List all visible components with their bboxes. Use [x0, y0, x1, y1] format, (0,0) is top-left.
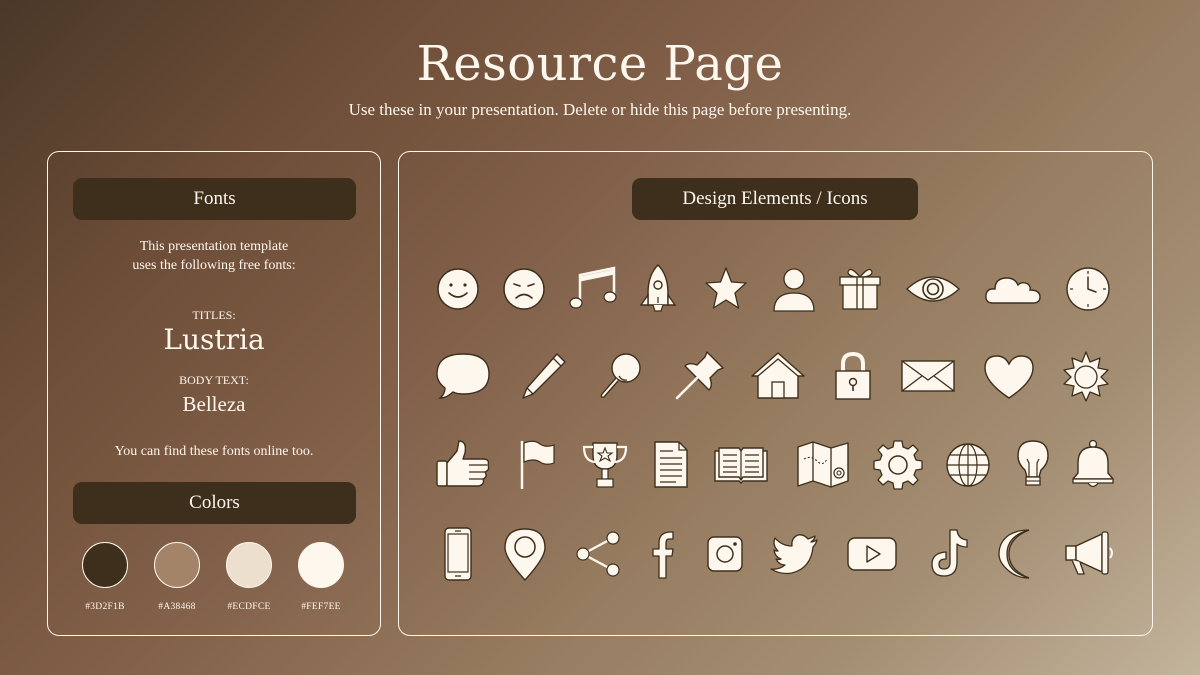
thumbs-up-icon: [435, 437, 491, 493]
page-subtitle: Use these in your presentation. Delete o…: [348, 100, 852, 119]
share-icon: [571, 526, 627, 582]
location-pin-icon: [497, 526, 553, 582]
map-icon: [795, 437, 851, 493]
body-label: BODY TEXT:: [179, 373, 249, 387]
facebook-icon: [635, 526, 691, 582]
trophy-icon: [577, 437, 633, 493]
swatch-beige: [226, 542, 272, 588]
pushpin-icon: [671, 348, 727, 404]
body-font-name: Belleza: [182, 392, 246, 416]
swatch-dark: [82, 542, 128, 588]
bell-icon: [1065, 437, 1121, 493]
globe-icon: [940, 437, 996, 493]
heart-icon: [981, 348, 1037, 404]
fonts-heading: Fonts: [73, 178, 356, 220]
fonts-footer: You can find these fonts online too.: [114, 444, 314, 459]
sun-icon: [1058, 348, 1114, 404]
swatch-brown: [154, 542, 200, 588]
house-icon: [750, 348, 806, 404]
swatch-hex-dark: #3D2F1B: [85, 602, 125, 612]
lightbulb-icon: [1005, 437, 1061, 493]
fonts-colors-panel: Fonts This presentation template uses th…: [47, 151, 381, 636]
fonts-intro-line2: uses the following free fonts:: [132, 258, 296, 273]
swatch-hex-beige: #ECDFCE: [227, 602, 271, 612]
eye-icon: [905, 261, 961, 317]
titles-font-name: Lustria: [163, 323, 265, 356]
titles-label: TITLES:: [192, 308, 236, 322]
swatch-hex-brown: #A38468: [158, 602, 196, 612]
open-book-icon: [713, 437, 769, 493]
speech-bubble-icon: [435, 348, 491, 404]
page-title: Resource Page: [416, 36, 784, 92]
cloud-icon: [985, 261, 1041, 317]
pencil-icon: [515, 348, 571, 404]
clock-icon: [1060, 261, 1116, 317]
icons-heading: Design Elements / Icons: [632, 178, 918, 220]
user-icon: [766, 261, 822, 317]
envelope-icon: [900, 348, 956, 404]
smile-icon: [430, 261, 486, 317]
padlock-icon: [825, 348, 881, 404]
document-icon: [643, 437, 699, 493]
star-icon: [698, 261, 754, 317]
sad-icon: [496, 261, 552, 317]
tiktok-icon: [920, 526, 976, 582]
music-note-icon: [563, 261, 619, 317]
magnifier-icon: [592, 348, 648, 404]
swatch-cream: [298, 542, 344, 588]
smartphone-icon: [430, 526, 486, 582]
flag-icon: [510, 437, 566, 493]
gear-icon: [870, 437, 926, 493]
swatch-hex-cream: #FEF7EE: [301, 602, 341, 612]
megaphone-icon: [1062, 526, 1118, 582]
gift-icon: [832, 261, 888, 317]
rocket-icon: [630, 261, 686, 317]
colors-heading: Colors: [73, 482, 356, 524]
twitter-icon: [767, 526, 823, 582]
moon-icon: [993, 526, 1049, 582]
youtube-icon: [844, 526, 900, 582]
fonts-intro-line1: This presentation template: [139, 239, 289, 254]
instagram-icon: [697, 526, 753, 582]
